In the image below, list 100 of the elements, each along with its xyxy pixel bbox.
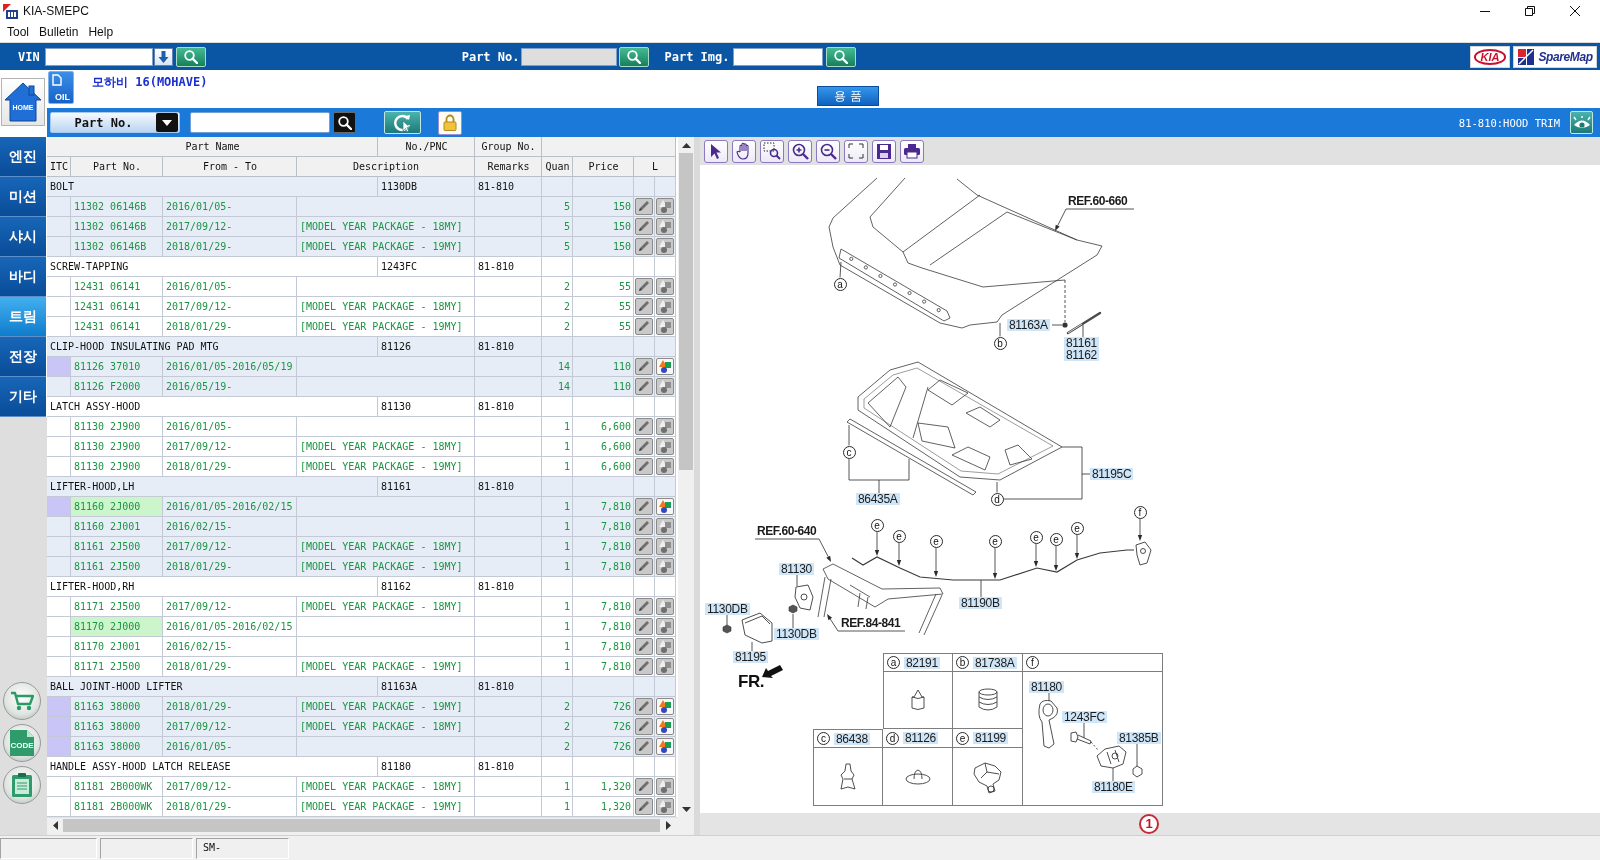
sidebar-tab[interactable]: 샤시: [0, 217, 46, 257]
shapes-icon[interactable]: [656, 378, 674, 395]
part-number-label[interactable]: 81195C: [1090, 468, 1134, 480]
pointer-tool-button[interactable]: [704, 139, 728, 163]
pencil-icon[interactable]: [635, 438, 653, 455]
scrollbar-thumb[interactable]: [63, 819, 660, 832]
restore-icon[interactable]: [1524, 6, 1535, 16]
shapes-icon[interactable]: [656, 798, 674, 815]
part-number-label[interactable]: 81180E: [1092, 781, 1135, 793]
pencil-icon[interactable]: [635, 518, 653, 535]
cart-button[interactable]: [3, 682, 41, 720]
page-number[interactable]: 1: [1139, 814, 1159, 834]
shapes-icon[interactable]: [656, 318, 674, 335]
shapes-icon[interactable]: [656, 458, 674, 475]
up-arrow-icon[interactable]: [681, 142, 691, 148]
part-number-label[interactable]: 1130DB: [705, 603, 750, 615]
shapes-icon[interactable]: [656, 538, 674, 555]
scrollbar-thumb[interactable]: [679, 153, 693, 470]
down-arrow-icon[interactable]: [681, 806, 691, 812]
sidebar-tab[interactable]: 기타: [0, 377, 46, 417]
shapes-icon[interactable]: [656, 238, 674, 255]
pencil-icon[interactable]: [635, 618, 653, 635]
pencil-icon[interactable]: [635, 538, 653, 555]
shapes-icon[interactable]: [656, 298, 674, 315]
pencil-icon[interactable]: [635, 778, 653, 795]
hand-tool-button[interactable]: [732, 139, 756, 163]
search-input[interactable]: [190, 112, 330, 133]
pencil-icon[interactable]: [635, 718, 653, 735]
shapes-icon[interactable]: [656, 498, 674, 515]
zoom-area-tool-button[interactable]: [760, 139, 784, 163]
pencil-icon[interactable]: [635, 278, 653, 295]
oil-button[interactable]: OIL: [48, 71, 74, 104]
part-number-label[interactable]: 81163A: [1007, 319, 1050, 331]
part-number-label[interactable]: 81180: [1029, 681, 1064, 693]
vin-input[interactable]: [44, 47, 153, 66]
shapes-icon[interactable]: [656, 738, 674, 755]
fit-screen-tool-button[interactable]: [844, 139, 868, 163]
horizontal-scrollbar[interactable]: [47, 817, 678, 833]
part-number-label[interactable]: 86438: [834, 732, 870, 745]
part-number-label[interactable]: 86435A: [856, 493, 900, 505]
part-number-label[interactable]: 81161: [1064, 337, 1099, 349]
part-number-label[interactable]: 81130: [779, 563, 814, 575]
pencil-icon[interactable]: [635, 798, 653, 815]
close-icon[interactable]: [1569, 6, 1580, 16]
menu-item[interactable]: Tool: [2, 23, 34, 41]
category-button[interactable]: 용 품: [817, 86, 879, 106]
pencil-icon[interactable]: [635, 318, 653, 335]
shapes-icon[interactable]: [656, 438, 674, 455]
shapes-icon[interactable]: [656, 778, 674, 795]
shapes-icon[interactable]: [656, 698, 674, 715]
save-tool-button[interactable]: [872, 139, 896, 163]
shapes-icon[interactable]: [656, 518, 674, 535]
vertical-scrollbar[interactable]: [678, 137, 694, 817]
pencil-icon[interactable]: [635, 418, 653, 435]
print-tool-button[interactable]: [900, 139, 924, 163]
pencil-icon[interactable]: [635, 358, 653, 375]
shapes-icon[interactable]: [656, 658, 674, 675]
shapes-icon[interactable]: [656, 638, 674, 655]
menu-item[interactable]: Help: [83, 23, 119, 41]
pencil-icon[interactable]: [635, 218, 653, 235]
sidebar-tab[interactable]: 엔진: [0, 137, 46, 177]
pencil-icon[interactable]: [635, 698, 653, 715]
part-number-label[interactable]: 82191: [904, 656, 940, 669]
shapes-icon[interactable]: [656, 198, 674, 215]
part-image-input[interactable]: [732, 47, 823, 66]
view-button[interactable]: [1570, 111, 1593, 134]
refresh-button[interactable]: [384, 111, 421, 134]
pencil-icon[interactable]: [635, 598, 653, 615]
minimize-icon[interactable]: [1479, 10, 1490, 12]
part-number-label[interactable]: 81162: [1064, 349, 1099, 361]
dropdown-button[interactable]: [153, 47, 173, 66]
pencil-icon[interactable]: [635, 198, 653, 215]
shapes-icon[interactable]: [656, 718, 674, 735]
part-number-label[interactable]: 81738A: [973, 656, 1017, 669]
shapes-icon[interactable]: [656, 358, 674, 375]
pencil-icon[interactable]: [635, 558, 653, 575]
pencil-icon[interactable]: [635, 298, 653, 315]
part-no-input[interactable]: [521, 47, 618, 66]
pencil-icon[interactable]: [635, 738, 653, 755]
part-number-label[interactable]: 81385B: [1117, 732, 1161, 744]
menu-item[interactable]: Bulletin: [34, 23, 84, 41]
clipboard-button[interactable]: [3, 766, 41, 804]
left-arrow-icon[interactable]: [52, 821, 58, 830]
lock-button[interactable]: [438, 110, 462, 135]
shapes-icon[interactable]: [656, 418, 674, 435]
shapes-icon[interactable]: [656, 278, 674, 295]
part-number-label[interactable]: 81195: [733, 651, 768, 663]
sidebar-tab[interactable]: 바디: [0, 257, 46, 297]
zoom-in-tool-button[interactable]: [788, 139, 812, 163]
part-number-label[interactable]: 81199: [973, 732, 1008, 744]
sidebar-tab[interactable]: 전장: [0, 337, 46, 377]
pencil-icon[interactable]: [635, 498, 653, 515]
shapes-icon[interactable]: [656, 218, 674, 235]
pencil-icon[interactable]: [635, 238, 653, 255]
shapes-icon[interactable]: [656, 558, 674, 575]
zoom-out-tool-button[interactable]: [816, 139, 840, 163]
sidebar-tab[interactable]: 미션: [0, 177, 46, 217]
part-number-label[interactable]: 1130DB: [774, 628, 819, 640]
right-arrow-icon[interactable]: [665, 821, 671, 830]
shapes-icon[interactable]: [656, 618, 674, 635]
